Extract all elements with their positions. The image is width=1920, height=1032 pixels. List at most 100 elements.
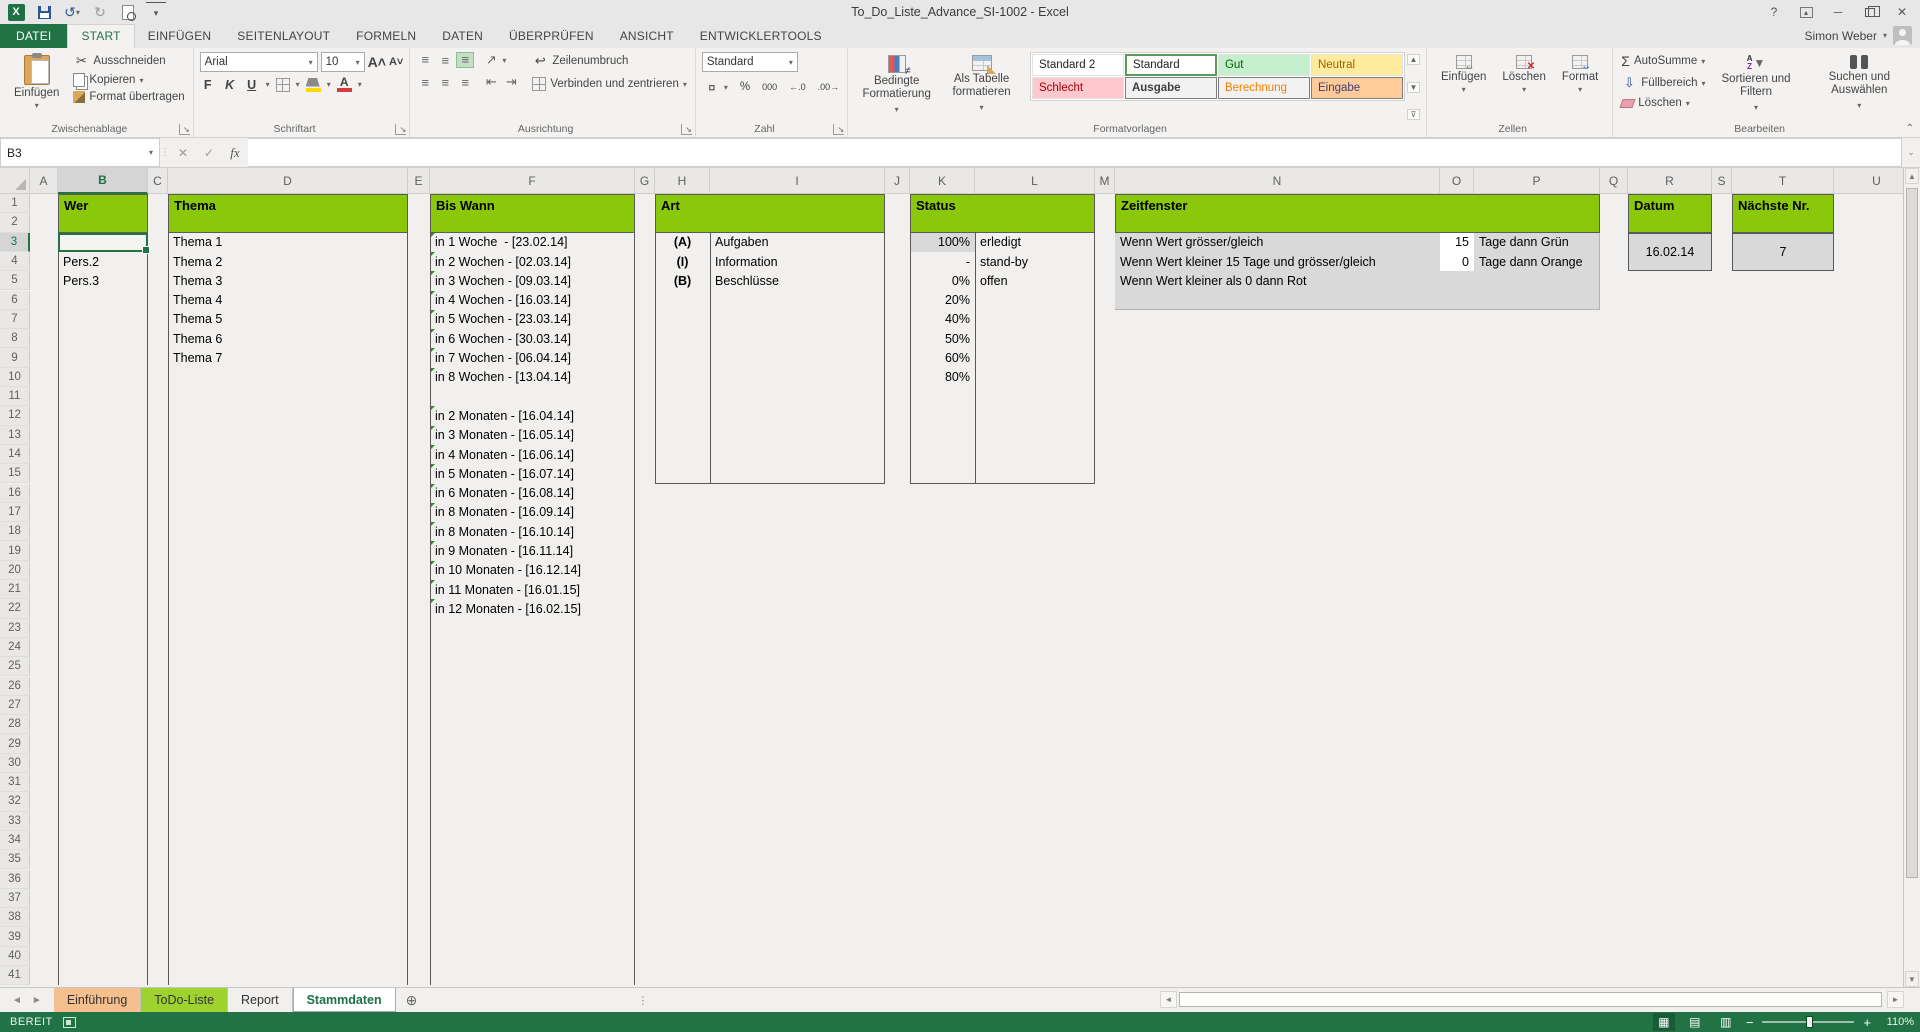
font-dialog-launcher[interactable]: ↘ [395,124,406,135]
cell-K7[interactable]: 40% [910,310,975,329]
formula-input[interactable] [248,138,1902,167]
cell-D6[interactable]: Thema 4 [168,291,408,310]
conditional-formatting-button[interactable]: Bedingte Formatierung▾ [854,52,939,119]
column-header-T[interactable]: T [1732,168,1834,194]
insert-function-button[interactable]: fx [222,138,248,167]
cell-I3[interactable]: Aufgaben [710,233,885,252]
column-header-Q[interactable]: Q [1600,168,1628,194]
percent-style-button[interactable]: % [738,80,752,94]
cell-O4[interactable]: 0 [1440,252,1474,271]
ribbon-tab-überprüfen[interactable]: ÜBERPRÜFEN [496,25,607,48]
cell-L4[interactable]: stand-by [975,252,1095,271]
cell-K8[interactable]: 50% [910,329,975,348]
font-color-button[interactable]: A [337,77,352,92]
cell-F14[interactable]: in 4 Monaten - [16.06.14] [430,445,635,464]
cell-style-eingabe[interactable]: Eingabe [1311,77,1403,99]
name-box[interactable]: B3 ▾ [0,138,160,167]
comma-style-button[interactable]: 000 [760,81,779,93]
vertical-scrollbar[interactable]: ▲ ▼ [1903,168,1920,987]
cell-D9[interactable]: Thema 7 [168,348,408,367]
column-header-I[interactable]: I [710,168,885,194]
column-header-L[interactable]: L [975,168,1095,194]
cell-D8[interactable]: Thema 6 [168,329,408,348]
cell-F8[interactable]: in 6 Wochen - [30.03.14] [430,329,635,348]
font-family-select[interactable]: Arial▾ [200,52,318,72]
clear-button[interactable]: Löschen▾ [1619,96,1707,110]
copy-button[interactable]: Kopieren▾ [71,72,186,88]
cell-F19[interactable]: in 9 Monaten - [16.11.14] [430,541,635,560]
underline-button[interactable]: U [244,78,260,92]
cell-F6[interactable]: in 4 Wochen - [16.03.14] [430,291,635,310]
cell-style-gut[interactable]: Gut [1218,54,1310,76]
number-dialog-launcher[interactable]: ↘ [833,124,844,135]
accounting-format-button[interactable]: ¤▾ [702,78,730,96]
cell-H4[interactable]: (I) [655,252,710,271]
cell-D4[interactable]: Thema 2 [168,252,408,271]
merge-center-button[interactable]: Verbinden und zentrieren▾ [530,76,689,92]
format-cells-button[interactable]: ↔ Format▾ [1554,52,1606,97]
cell-I5[interactable]: Beschlüsse [710,271,885,290]
ribbon-tab-formeln[interactable]: FORMELN [343,25,429,48]
cell-F9[interactable]: in 7 Wochen - [06.04.14] [430,348,635,367]
cell-F16[interactable]: in 6 Monaten - [16.08.14] [430,484,635,503]
align-middle-button[interactable]: ≡ [436,52,454,68]
scroll-right-button[interactable]: ► [1887,991,1904,1008]
column-header-B[interactable]: B [58,168,148,194]
redo-button[interactable]: ↻ [90,2,110,22]
align-bottom-button[interactable]: ≡ [456,52,474,68]
gallery-up-button[interactable]: ▲ [1407,54,1420,65]
cell-D1[interactable]: Thema [168,194,408,233]
cell-F18[interactable]: in 8 Monaten - [16.10.14] [430,522,635,541]
cell-R3[interactable]: 16.02.14 [1628,233,1712,272]
customize-qat-button[interactable]: ▾ [146,2,166,22]
cell-F12[interactable]: in 2 Monaten - [16.04.14] [430,406,635,425]
ribbon-tab-daten[interactable]: DATEN [429,25,496,48]
wrap-text-button[interactable]: ↩Zeilenumbruch [530,52,689,70]
column-header-G[interactable]: G [635,168,655,194]
cell-K6[interactable]: 20% [910,291,975,310]
cell-style-standard[interactable]: Standard [1125,54,1217,76]
prev-sheet-button[interactable]: ◄ [12,995,22,1006]
ribbon-tab-datei[interactable]: DATEI [0,24,67,48]
cell-K1[interactable]: Status [910,194,1095,233]
align-top-button[interactable]: ≡ [416,52,434,68]
scroll-down-button[interactable]: ▼ [1905,971,1919,987]
format-painter-button[interactable]: Format übertragen [71,90,186,104]
increase-indent-button[interactable]: ⇥ [502,74,520,90]
scroll-up-button[interactable]: ▲ [1905,168,1919,184]
zoom-in-button[interactable]: + [1863,1015,1871,1030]
column-header-C[interactable]: C [148,168,168,194]
column-header-D[interactable]: D [168,168,408,194]
find-select-button[interactable]: Suchen und Auswählen▾ [1805,52,1914,115]
help-button[interactable]: ? [1760,2,1788,22]
cell-D7[interactable]: Thema 5 [168,310,408,329]
undo-button[interactable]: ↺▾ [62,2,82,22]
increase-decimal-button[interactable]: ←.0 [787,81,808,93]
delete-cells-button[interactable]: ✕ Löschen▾ [1494,52,1553,97]
column-header-O[interactable]: O [1440,168,1474,194]
cut-button[interactable]: ✂Ausschneiden [71,52,186,70]
print-preview-button[interactable] [118,2,138,22]
cell-F5[interactable]: in 3 Wochen - [09.03.14] [430,271,635,290]
restore-button[interactable] [1856,2,1884,22]
cell-H5[interactable]: (B) [655,271,710,290]
tab-scroll-splitter[interactable]: ⋮ [637,988,647,1012]
page-layout-view-button[interactable]: ▤ [1684,1013,1706,1031]
align-center-button[interactable]: ≡ [436,74,454,90]
active-cell-selection[interactable] [58,233,148,252]
format-as-table-button[interactable]: Als Tabelle formatieren▾ [939,52,1024,117]
cell-P3[interactable]: Tage dann Grün [1474,233,1600,252]
column-header-F[interactable]: F [430,168,635,194]
cell-L3[interactable]: erledigt [975,233,1095,252]
horizontal-scroll-thumb[interactable] [1179,992,1882,1007]
orientation-button[interactable]: ↗ [482,52,500,68]
cell-style-schlecht[interactable]: Schlecht [1032,77,1124,99]
cell-style-neutral[interactable]: Neutral [1311,54,1403,76]
number-format-select[interactable]: Standard▾ [702,52,798,72]
normal-view-button[interactable]: ▦ [1653,1013,1675,1031]
cell-K10[interactable]: 80% [910,368,975,387]
new-sheet-button[interactable]: ⊕ [396,988,428,1012]
cell-N1[interactable]: Zeitfenster [1115,194,1600,233]
zoom-out-button[interactable]: − [1746,1015,1754,1030]
expand-formula-bar-button[interactable]: ⌄ [1902,138,1920,167]
